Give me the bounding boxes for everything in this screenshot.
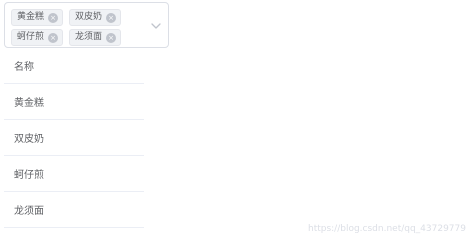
column-header-name: 名称 [14,62,34,73]
selected-tag: 双皮奶 × [69,9,122,26]
tag-label: 蚵仔煎 [17,32,45,42]
tag-remove-icon[interactable]: × [48,12,59,23]
table-cell: 黄金糕 [14,98,44,109]
tag-remove-icon[interactable]: × [106,32,117,43]
table: 名称 黄金糕 双皮奶 蚵仔煎 龙须面 [4,48,144,228]
watermark: https://blog.csdn.net/qq_43729779 [307,224,466,234]
page: 黄金糕 × 双皮奶 × 蚵仔煎 × 龙须面 × 名称 黄金糕 双皮奶 蚵仔煎 龙… [0,0,474,242]
selected-tag: 黄金糕 × [11,9,64,26]
table-header: 名称 [4,48,144,84]
tag-remove-icon[interactable]: × [106,12,117,23]
tag-remove-icon[interactable]: × [48,32,59,43]
table-row: 蚵仔煎 [4,156,144,192]
multi-select[interactable]: 黄金糕 × 双皮奶 × 蚵仔煎 × 龙须面 × [4,2,169,48]
chevron-down-icon[interactable] [150,20,162,32]
tag-label: 黄金糕 [17,12,45,22]
tag-label: 龙须面 [75,32,103,42]
table-row: 黄金糕 [4,84,144,120]
selected-tag: 龙须面 × [69,29,122,46]
selected-tag: 蚵仔煎 × [11,29,64,46]
tag-label: 双皮奶 [75,12,103,22]
table-row: 龙须面 [4,192,144,228]
table-cell: 蚵仔煎 [14,170,44,181]
table-row: 双皮奶 [4,120,144,156]
table-cell: 双皮奶 [14,134,44,145]
table-cell: 龙须面 [14,206,44,217]
